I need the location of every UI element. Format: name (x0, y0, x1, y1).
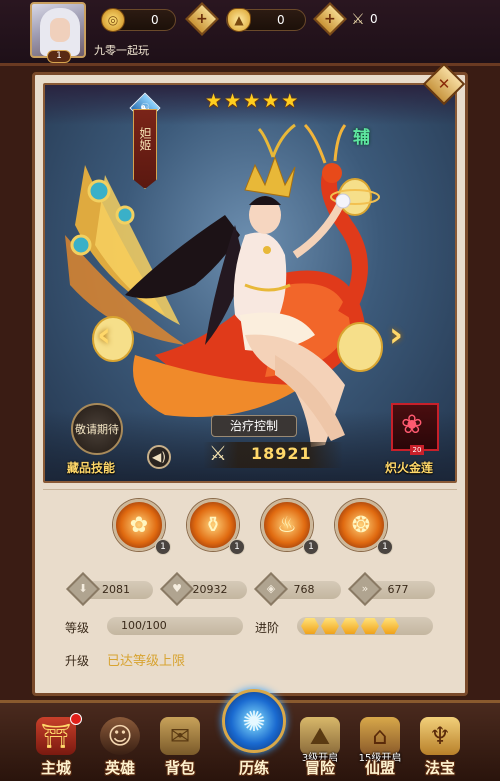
hero-name: 妲姬 (138, 127, 152, 151)
star-icon: ★ (205, 90, 223, 112)
add-coin-button[interactable]: + (185, 2, 219, 36)
power-token-value: 0 (370, 12, 378, 26)
skill-level: 1 (303, 539, 319, 555)
treasure-slot[interactable]: ❀ (391, 403, 439, 451)
fire-lotus-icon: ❀ (401, 410, 423, 440)
ingot-value: 0 (277, 13, 285, 27)
treasure-name: 炽火金莲 (385, 461, 434, 475)
skill-level: 1 (229, 539, 245, 555)
collection-skill-label: 藏品技能 (67, 461, 116, 475)
nav-backpack[interactable]: ✉ 背包 (150, 711, 210, 781)
add-ingot-button[interactable]: + (313, 2, 347, 36)
crossed-swords-icon: ⚔ (351, 10, 365, 28)
nav-label: 英雄 (104, 759, 135, 777)
nav-label: 冒险 (304, 759, 335, 777)
notification-dot (70, 713, 82, 725)
section-divider (43, 489, 457, 490)
health-icon: ♥ (160, 572, 194, 606)
upgrade-label: 升级 (65, 654, 90, 668)
hero-role-label: 辅 (353, 128, 370, 148)
hero-star-rating: ★ ★ ★ ★ ★ (205, 91, 298, 111)
rank-label: 进阶 (255, 621, 280, 635)
nav-label: 法宝 (424, 759, 455, 777)
player-name: 九零一起玩 (94, 44, 149, 57)
nav-label: 仙盟 (364, 759, 395, 777)
power-token-counter: ⚔ 0 (346, 9, 442, 31)
backpack-icon: ✉ (160, 717, 200, 755)
hero-portrait-icon: ☺ (100, 717, 140, 755)
hero-detail-panel: ☯ 妲姬 ★ ★ ★ ★ ★ 辅 ‹ › 敬请期待 藏品技能 ◀) 治疗控制 ⚔… (32, 62, 468, 696)
treasure-gourd-icon: ♆ (420, 717, 460, 755)
star-icon: ★ (243, 90, 261, 112)
star-icon: ★ (224, 90, 242, 112)
combat-power-value: 18921 (251, 444, 312, 463)
level-label: 等级 (65, 621, 90, 635)
portal-orb-icon[interactable]: ✺ (222, 689, 286, 753)
coin-icon: ◎ (101, 8, 125, 32)
nav-adventure[interactable]: ⛰ 3级开启 冒险 (290, 711, 350, 781)
coin-counter: ◎ 0 (101, 8, 176, 32)
ingot-counter: ▲ 0 (226, 8, 306, 32)
nav-alliance[interactable]: ⌂ 15级开启 仙盟 (350, 711, 410, 781)
coin-value: 0 (151, 13, 159, 27)
city-gate-icon: ⛩ (36, 717, 76, 755)
star-icon: ★ (262, 90, 280, 112)
nav-training-label[interactable]: 历练 (222, 757, 286, 778)
previous-hero-arrow-icon[interactable]: ‹ (97, 315, 111, 355)
skill-level: 1 (377, 539, 393, 555)
skill-list: ✿ 1 ⚱ 1 ♨ 1 ❂ 1 (107, 499, 407, 569)
star-icon: ★ (281, 90, 299, 112)
skill-level: 1 (155, 539, 171, 555)
skill-type-tag: 治疗控制 (211, 415, 297, 437)
top-bar: 1 九零一起玩 ◎ 0 + ▲ 0 + ⚔ 0 (0, 0, 500, 66)
next-hero-arrow-icon[interactable]: › (389, 315, 403, 355)
ingot-icon: ▲ (227, 8, 251, 32)
collection-skill-button[interactable]: 敬请期待 (71, 403, 123, 455)
upgrade-status: 已达等级上限 (107, 654, 186, 669)
nav-main-city[interactable]: ⛩ 主城 (26, 711, 86, 781)
attack-icon: ⬇ (66, 572, 100, 606)
speed-icon: » (348, 572, 382, 606)
nav-label: 主城 (40, 759, 71, 777)
hero-showcase: ☯ 妲姬 ★ ★ ★ ★ ★ 辅 ‹ › 敬请期待 藏品技能 ◀) 治疗控制 ⚔… (43, 83, 457, 483)
level-value: 100/100 (107, 617, 243, 635)
nav-treasure[interactable]: ♆ 法宝 (410, 711, 470, 781)
player-level-badge: 1 (47, 50, 71, 63)
nav-label: 背包 (164, 759, 195, 777)
bottom-navigation: ⛩ 主城 ☺ 英雄 ✉ 背包 ✺ 历练 ⛰ 3级开启 冒险 ⌂ 15级开启 仙盟… (0, 689, 500, 781)
voice-speaker-icon[interactable]: ◀) (147, 445, 171, 469)
treasure-level: 20 (410, 445, 424, 455)
nav-heroes[interactable]: ☺ 英雄 (90, 711, 150, 781)
combat-power-swords-icon: ⚔ (209, 441, 227, 465)
defense-icon: ◈ (254, 572, 288, 606)
